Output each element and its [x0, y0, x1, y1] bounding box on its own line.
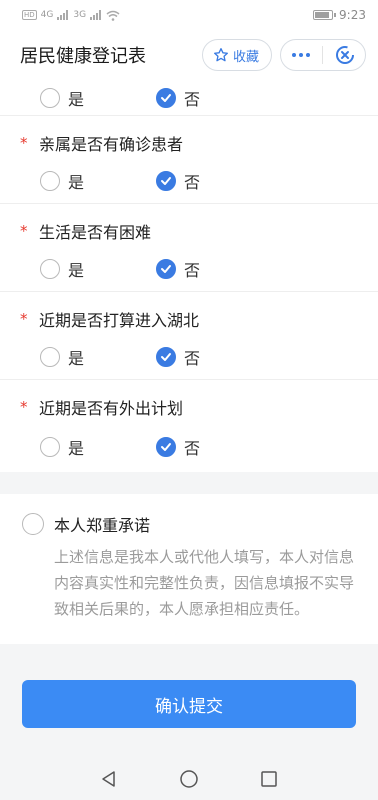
radio-checked[interactable]: [156, 170, 176, 191]
question-title: * 近期是否打算进入湖北: [0, 292, 378, 334]
hd-indicator: HD: [22, 10, 37, 20]
close-icon: [336, 46, 355, 64]
radio-unchecked[interactable]: [40, 88, 60, 108]
network-3g-indicator: 3G: [73, 10, 87, 20]
more-button[interactable]: [283, 40, 319, 70]
back-icon[interactable]: [100, 770, 118, 788]
checkmark-icon: [161, 443, 171, 451]
network-4g-indicator: 4G: [40, 10, 54, 20]
option-no[interactable]: 否: [156, 257, 272, 281]
required-mark: *: [20, 134, 28, 152]
question-title: * 近期是否有外出计划: [0, 380, 378, 422]
mini-program-capsule: [280, 39, 366, 71]
section-gap: [0, 472, 378, 494]
options-row: 是 否: [0, 246, 378, 291]
radio-checked[interactable]: [156, 258, 176, 279]
recents-icon[interactable]: [260, 770, 278, 788]
signal-icon: [57, 10, 69, 20]
question-label: 亲属是否有确诊患者: [39, 135, 184, 154]
favorite-label: 收藏: [232, 49, 259, 65]
checkmark-icon: [161, 94, 171, 102]
question-item: * 生活是否有困难 是 否: [0, 204, 378, 292]
battery-icon: [313, 10, 337, 20]
signal-icon-2: [90, 10, 102, 20]
option-no[interactable]: 否: [156, 435, 272, 459]
radio-checked[interactable]: [156, 88, 176, 108]
question-label: 近期是否有外出计划: [39, 399, 184, 418]
radio-unchecked[interactable]: [40, 346, 60, 367]
option-label: 是: [68, 90, 85, 109]
more-icon: [291, 53, 310, 57]
option-label: 是: [68, 439, 85, 458]
options-row: 是 否: [0, 334, 378, 379]
option-yes[interactable]: 是: [40, 86, 156, 110]
radio-checked[interactable]: [156, 346, 176, 367]
required-mark: *: [20, 398, 28, 416]
option-no[interactable]: 否: [156, 169, 272, 193]
star-icon: [213, 48, 228, 62]
question-title: * 生活是否有困难: [0, 204, 378, 246]
option-label: 是: [68, 172, 85, 192]
option-label: 否: [184, 439, 201, 458]
question-item: 是 否: [0, 80, 378, 116]
close-button[interactable]: [327, 40, 363, 70]
options-row: 是 否: [0, 158, 378, 203]
question-label: 近期是否打算进入湖北: [39, 311, 200, 330]
promise-description: 上述信息是我本人或代他人填写，本人对信息内容真实性和完整性负责，因信息填报不实导…: [54, 548, 355, 618]
checkmark-icon: [161, 264, 171, 273]
promise-checkbox-row[interactable]: 本人郑重承诺: [22, 512, 358, 536]
promise-section: 本人郑重承诺 上述信息是我本人或代他人填写，本人对信息内容真实性和完整性负责，因…: [0, 494, 378, 644]
question-item: * 亲属是否有确诊患者 是 否: [0, 116, 378, 204]
favorite-button[interactable]: 收藏: [201, 39, 272, 71]
question-item: * 近期是否打算进入湖北 是 否: [0, 292, 378, 380]
option-yes[interactable]: 是: [40, 345, 156, 369]
required-mark: *: [20, 222, 28, 240]
wifi-icon: [106, 10, 120, 21]
option-no[interactable]: 否: [156, 345, 272, 369]
capsule-divider: [322, 46, 324, 64]
question-label: 生活是否有困难: [39, 223, 152, 242]
option-label: 是: [68, 348, 85, 368]
question-item: * 近期是否有外出计划 是 否: [0, 380, 378, 472]
question-title: * 亲属是否有确诊患者: [0, 116, 378, 158]
app-header: 居民健康登记表 收藏: [0, 30, 378, 80]
radio-unchecked[interactable]: [40, 437, 60, 457]
option-yes[interactable]: 是: [40, 435, 156, 459]
options-row: 是 否: [0, 80, 378, 116]
page-title: 居民健康登记表: [20, 46, 146, 67]
submit-button[interactable]: 确认提交: [22, 680, 356, 728]
required-mark: *: [20, 310, 28, 328]
question-card: 是 否 * 亲属是否有确诊患者 是 否 * 生活是否有困难 是 否 * 近期是否…: [0, 80, 378, 472]
option-yes[interactable]: 是: [40, 257, 156, 281]
checkmark-icon: [161, 352, 171, 361]
option-label: 否: [184, 260, 201, 280]
option-no[interactable]: 否: [156, 86, 272, 110]
radio-unchecked[interactable]: [40, 258, 60, 279]
checkmark-icon: [161, 176, 171, 185]
clock: 9:23: [339, 8, 366, 22]
status-indicators: HD 4G 3G: [22, 10, 120, 21]
radio-checked[interactable]: [156, 437, 176, 457]
option-label: 否: [184, 172, 201, 192]
options-row: 是 否: [0, 422, 378, 472]
promise-radio[interactable]: [22, 513, 44, 535]
option-yes[interactable]: 是: [40, 169, 156, 193]
option-label: 是: [68, 260, 85, 280]
form-content: 是 否 * 亲属是否有确诊患者 是 否 * 生活是否有困难 是 否 * 近期是否…: [0, 80, 378, 644]
option-label: 否: [184, 90, 201, 109]
promise-title: 本人郑重承诺: [54, 516, 151, 535]
system-navigation-bar: [0, 757, 378, 800]
option-label: 否: [184, 348, 201, 368]
home-icon[interactable]: [179, 769, 199, 789]
submit-area: 确认提交: [0, 680, 378, 728]
status-bar: HD 4G 3G 9:23: [0, 0, 378, 30]
radio-unchecked[interactable]: [40, 170, 60, 191]
